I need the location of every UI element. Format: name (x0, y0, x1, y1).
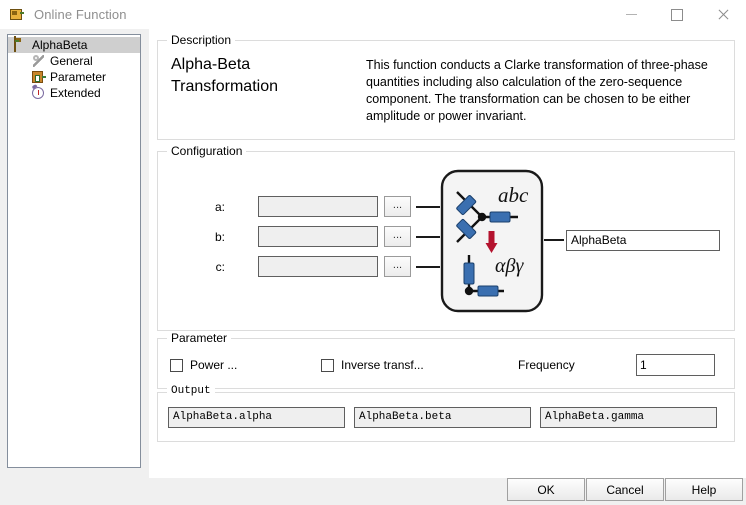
tree-item-label: Extended (50, 86, 101, 100)
output-group-title: Output (167, 385, 215, 397)
minimize-button[interactable] (608, 0, 654, 29)
close-icon (717, 9, 729, 21)
config-label-a: a: (214, 200, 225, 214)
output-field-alpha[interactable]: AlphaBeta.alpha (168, 407, 345, 428)
config-browse-button-c[interactable]: ... (384, 256, 411, 277)
config-browse-button-b[interactable]: ... (384, 226, 411, 247)
page-title: Alpha-Beta Transformation (171, 54, 278, 98)
diagram-bottom-label: αβγ (495, 255, 524, 277)
maximize-icon (671, 8, 683, 21)
output-field-gamma[interactable]: AlphaBeta.gamma (540, 407, 717, 428)
clarke-transformation-diagram: abc αβγ (440, 169, 544, 313)
config-browse-button-a[interactable]: ... (384, 196, 411, 217)
dialog-footer: OK Cancel Help (0, 478, 746, 505)
page-title-line1: Alpha-Beta (171, 56, 251, 73)
config-input-c[interactable] (258, 256, 378, 277)
page-title-line2: Transformation (171, 78, 278, 95)
wrench-icon (30, 53, 46, 69)
output-group: Output AlphaBeta.alpha AlphaBeta.beta Al… (157, 385, 735, 442)
function-module-icon (9, 7, 25, 23)
tree-item-label: AlphaBeta (32, 38, 88, 52)
description-group-title: Description (167, 33, 236, 47)
frequency-input[interactable]: 1 (636, 354, 715, 376)
power-invariant-checkbox[interactable]: Power ... (170, 358, 237, 372)
window-title: Online Function (34, 7, 127, 22)
checkbox-label: Power ... (190, 358, 238, 372)
description-group: Description Alpha-Beta Transformation Th… (157, 33, 735, 140)
tree-item-label: Parameter (50, 70, 107, 84)
checkbox-box-icon (321, 358, 334, 372)
config-input-b[interactable] (258, 226, 378, 247)
settings-page: Description Alpha-Beta Transformation Th… (149, 29, 746, 478)
checkbox-box-icon (170, 358, 183, 372)
config-wire-a (416, 206, 440, 208)
function-module-icon (12, 36, 28, 53)
dialog-client-area: AlphaBeta General Parameter Extended Des… (0, 29, 746, 505)
configuration-group-title: Configuration (167, 144, 247, 158)
description-text: This function conducts a Clarke transfor… (366, 58, 708, 123)
help-button[interactable]: Help (665, 478, 743, 501)
tree-item-label: General (50, 54, 93, 68)
config-wire-b (416, 236, 440, 238)
output-field-beta[interactable]: AlphaBeta.beta (354, 407, 531, 428)
parameter-group-title: Parameter (167, 331, 232, 345)
cancel-button[interactable]: Cancel (586, 478, 664, 501)
config-label-b: b: (214, 230, 225, 244)
parameter-icon (30, 69, 46, 85)
tree-item-extended[interactable]: Extended (8, 85, 140, 101)
title-bar: Online Function (0, 0, 746, 29)
config-wire-c (416, 266, 440, 268)
config-label-c: c: (215, 260, 225, 274)
navigation-tree[interactable]: AlphaBeta General Parameter Extended (7, 34, 141, 468)
tree-item-parameter[interactable]: Parameter (8, 69, 140, 85)
diagram-top-label: abc (498, 183, 529, 207)
ok-button[interactable]: OK (507, 478, 585, 501)
maximize-button[interactable] (654, 0, 700, 29)
parameter-group: Parameter Power ... Inverse transf... Fr… (157, 331, 735, 389)
checkbox-label: Inverse transf... (341, 358, 424, 372)
minimize-icon (625, 14, 637, 15)
configuration-group: Configuration a: ... b: ... c: ... abc α… (157, 144, 735, 331)
close-button[interactable] (700, 0, 746, 29)
config-input-a[interactable] (258, 196, 378, 217)
config-output-name-input[interactable]: AlphaBeta (566, 230, 720, 251)
inverse-transform-checkbox[interactable]: Inverse transf... (321, 358, 424, 372)
config-output-wire (544, 239, 564, 241)
tree-item-alphabeta[interactable]: AlphaBeta (8, 36, 140, 53)
window-controls (608, 0, 746, 29)
tree-item-general[interactable]: General (8, 53, 140, 69)
frequency-label: Frequency (518, 358, 575, 372)
clock-icon (30, 85, 46, 101)
